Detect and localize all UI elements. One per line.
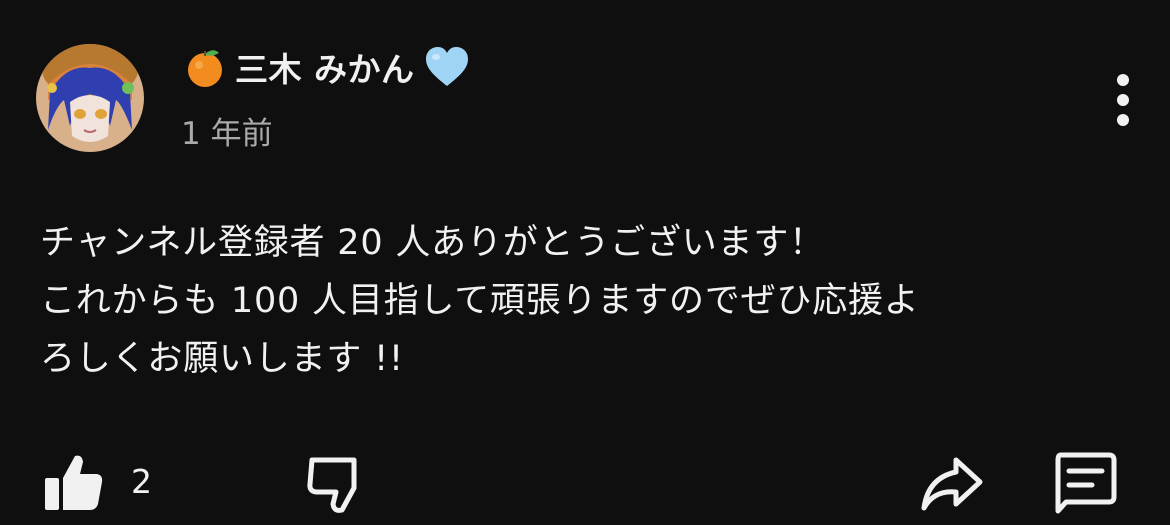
like-count: 2 [131, 462, 152, 501]
thumbs-up-icon [45, 455, 103, 510]
post-timestamp[interactable]: 1 年前 [181, 108, 273, 153]
light-blue-heart-icon [425, 47, 468, 86]
share-icon [921, 457, 983, 511]
post-body-line: これからも 100 人目指して頑張りますのでぜひ応援よ [40, 281, 920, 321]
author-row[interactable]: 三木 みかん [183, 40, 471, 94]
author-name[interactable]: 三木 みかん [235, 43, 415, 91]
comment-icon [1055, 452, 1117, 514]
dislike-button[interactable] [300, 452, 372, 516]
reply-button[interactable] [1048, 450, 1122, 516]
like-button[interactable] [38, 450, 108, 514]
more-menu-button[interactable] [1103, 70, 1143, 130]
post-body: チャンネル登録者 20 人ありがとうございます！ これからも 100 人目指して… [40, 214, 1140, 388]
post-body-line: ろしくお願いします !! [40, 339, 404, 379]
thumbs-down-icon [307, 457, 357, 513]
share-button[interactable] [916, 452, 988, 516]
avatar-image [36, 44, 144, 152]
tangerine-icon [188, 50, 222, 87]
more-vertical-icon [1117, 74, 1129, 126]
avatar[interactable] [36, 44, 144, 152]
community-post: 三木 みかん 1 年前 チャンネル登録者 20 人ありがとうございます！ これか… [0, 0, 1170, 525]
post-body-line: チャンネル登録者 20 人ありがとうございます！ [40, 223, 825, 263]
